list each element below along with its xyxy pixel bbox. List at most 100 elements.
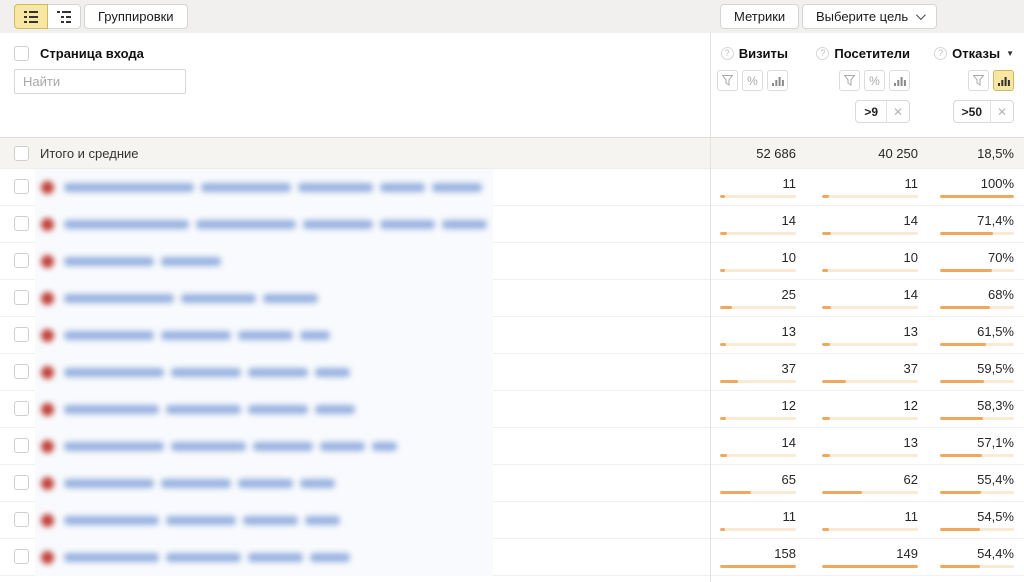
row-checkbox[interactable] — [14, 549, 29, 564]
blurred-url-text — [35, 403, 355, 416]
visitors-value: 12 — [904, 398, 918, 413]
row-checkbox[interactable] — [14, 216, 29, 231]
bounce-bar — [940, 491, 1014, 494]
select-goal-dropdown[interactable]: Выберите цель — [802, 4, 937, 29]
visits-value: 13 — [782, 324, 796, 339]
visits-bar — [720, 417, 796, 420]
bounce-value: 71,4% — [977, 213, 1014, 228]
bounce-header-label[interactable]: Отказы — [952, 46, 1000, 61]
visitors-header: ? Посетители — [816, 45, 910, 61]
chevron-down-icon — [916, 10, 926, 20]
bounce-bar — [940, 232, 1014, 235]
entry-page-link-blurred[interactable] — [35, 391, 493, 428]
tree-view-button[interactable] — [47, 4, 81, 29]
entry-page-link-blurred[interactable] — [35, 317, 493, 354]
blurred-url-text — [35, 218, 487, 231]
bounce-value: 59,5% — [977, 361, 1014, 376]
bounce-value: 68% — [988, 287, 1014, 302]
row-checkbox[interactable] — [14, 290, 29, 305]
totals-checkbox[interactable] — [14, 146, 29, 161]
help-icon[interactable]: ? — [816, 47, 829, 60]
site-favicon-icon — [41, 329, 54, 342]
entry-page-link-blurred[interactable] — [35, 539, 493, 576]
visitors-percent-button[interactable]: % — [864, 70, 885, 91]
view-mode-toggle — [14, 4, 81, 29]
bounce-value: 58,3% — [977, 398, 1014, 413]
search-input[interactable] — [14, 69, 186, 94]
visits-value: 158 — [774, 546, 796, 561]
visitors-bar — [822, 454, 918, 457]
row-checkbox[interactable] — [14, 253, 29, 268]
row-checkbox[interactable] — [14, 179, 29, 194]
bar-chart-icon — [998, 75, 1010, 86]
visitors-value: 149 — [896, 546, 918, 561]
entry-page-link-blurred[interactable] — [35, 502, 493, 539]
entry-page-link-blurred[interactable] — [35, 428, 493, 465]
visitors-bar — [822, 417, 918, 420]
table-row: 10 10 70% — [0, 243, 1024, 280]
blurred-url-text — [35, 366, 350, 379]
bounce-bar — [940, 565, 1014, 568]
bounce-filter-value[interactable]: >50 — [954, 101, 990, 122]
bounce-bar — [940, 454, 1014, 457]
entry-page-link-blurred[interactable] — [35, 354, 493, 391]
visits-percent-button[interactable]: % — [742, 70, 763, 91]
visitors-bar — [822, 565, 918, 568]
percent-icon: % — [747, 74, 758, 88]
visits-value: 12 — [782, 398, 796, 413]
help-icon[interactable]: ? — [721, 47, 734, 60]
flat-list-view-button[interactable] — [14, 4, 48, 29]
visitors-chart-button[interactable] — [889, 70, 910, 91]
metric-column-visits: ? Визиты % — [710, 33, 798, 137]
row-checkbox[interactable] — [14, 438, 29, 453]
close-icon[interactable]: ✕ — [990, 101, 1013, 122]
visits-chart-button[interactable] — [767, 70, 788, 91]
close-icon[interactable]: ✕ — [886, 101, 909, 122]
entry-page-link-blurred[interactable] — [35, 206, 493, 243]
table-rows: 11 11 100% — [0, 169, 1024, 576]
bounce-chart-button-active[interactable] — [993, 70, 1014, 91]
table-row: 37 37 59,5% — [0, 354, 1024, 391]
sort-desc-icon[interactable]: ▼ — [1006, 49, 1014, 58]
help-icon[interactable]: ? — [934, 47, 947, 60]
visitors-value: 62 — [904, 472, 918, 487]
visits-value: 14 — [782, 435, 796, 450]
table-row: 11 11 100% — [0, 169, 1024, 206]
table-row: 158 149 54,4% — [0, 539, 1024, 576]
bounce-bar — [940, 306, 1014, 309]
site-favicon-icon — [41, 255, 54, 268]
entry-page-link-blurred[interactable] — [35, 465, 493, 502]
visitors-header-label[interactable]: Посетители — [834, 46, 910, 61]
metrics-button[interactable]: Метрики — [720, 4, 799, 29]
visitors-filter-value[interactable]: >9 — [856, 101, 886, 122]
bounce-value: 70% — [988, 250, 1014, 265]
visits-bar — [720, 269, 796, 272]
bounce-filter-button[interactable] — [968, 70, 989, 91]
row-checkbox[interactable] — [14, 475, 29, 490]
entry-page-link-blurred[interactable] — [35, 243, 493, 280]
visits-bar — [720, 528, 796, 531]
table-row: 14 13 57,1% — [0, 428, 1024, 465]
totals-label: Итого и средние — [40, 146, 138, 161]
visitors-bar — [822, 195, 918, 198]
bounce-bar — [940, 269, 1014, 272]
visitors-bar — [822, 380, 918, 383]
funnel-icon — [973, 75, 984, 86]
visits-header-label[interactable]: Визиты — [739, 46, 788, 61]
visitors-filter-button[interactable] — [839, 70, 860, 91]
visitors-value: 14 — [904, 287, 918, 302]
visits-filter-button[interactable] — [717, 70, 738, 91]
entry-page-link-blurred[interactable] — [35, 280, 493, 317]
groupings-button[interactable]: Группировки — [84, 4, 188, 29]
table-row: 13 13 61,5% — [0, 317, 1024, 354]
bounce-value: 55,4% — [977, 472, 1014, 487]
row-checkbox[interactable] — [14, 401, 29, 416]
select-goal-label: Выберите цель — [816, 9, 908, 24]
bounce-value: 57,1% — [977, 435, 1014, 450]
entry-page-link-blurred[interactable] — [35, 169, 493, 206]
bar-chart-icon — [772, 75, 784, 86]
row-checkbox[interactable] — [14, 364, 29, 379]
row-checkbox[interactable] — [14, 512, 29, 527]
select-all-checkbox[interactable] — [14, 46, 29, 61]
row-checkbox[interactable] — [14, 327, 29, 342]
